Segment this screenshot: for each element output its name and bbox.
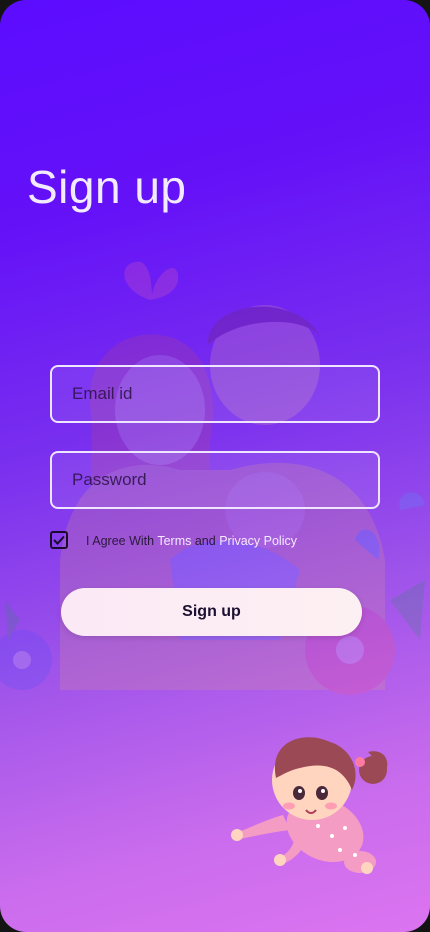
crawling-baby-illustration bbox=[231, 737, 388, 874]
terms-link[interactable]: Terms bbox=[157, 534, 191, 548]
checkmark-icon bbox=[53, 535, 65, 545]
signup-screen: Sign up I Agree With Terms and Privacy P… bbox=[0, 0, 430, 932]
agree-prefix: I Agree With bbox=[86, 534, 158, 548]
agree-checkbox[interactable] bbox=[50, 531, 68, 549]
agree-text: I Agree With Terms and Privacy Policy bbox=[86, 534, 297, 548]
password-field[interactable] bbox=[50, 451, 380, 509]
email-input[interactable] bbox=[52, 367, 378, 421]
password-input[interactable] bbox=[52, 453, 378, 507]
signup-button[interactable]: Sign up bbox=[61, 588, 362, 636]
agree-and: and bbox=[191, 534, 220, 548]
butterfly-icon bbox=[124, 261, 179, 300]
email-field[interactable] bbox=[50, 365, 380, 423]
page-title: Sign up bbox=[27, 161, 187, 213]
privacy-policy-link[interactable]: Privacy Policy bbox=[219, 534, 297, 548]
